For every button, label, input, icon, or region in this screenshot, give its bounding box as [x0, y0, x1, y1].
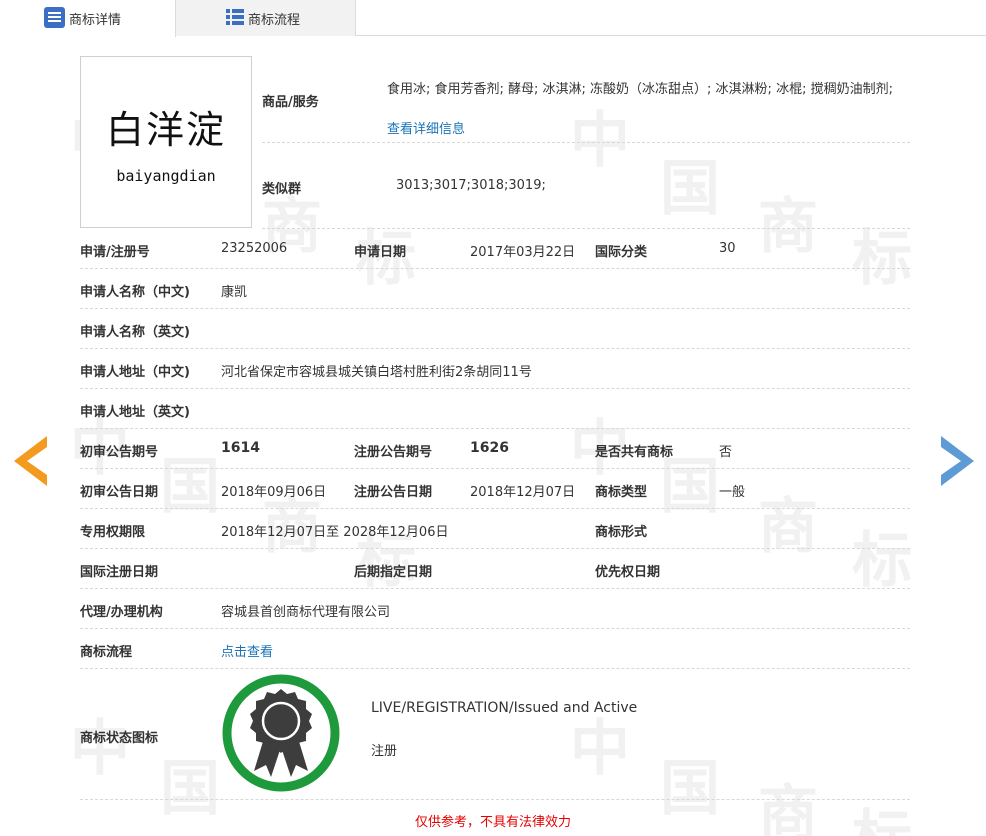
applicant-cn-value: 康凯: [221, 285, 248, 300]
watermark-biao: 标: [852, 224, 912, 294]
tab-bar: 商标详情 商标流程: [0, 0, 986, 37]
divider: [80, 348, 910, 349]
reg-pub-date-label: 注册公告日期: [354, 485, 433, 500]
agent-label: 代理/办理机构: [80, 605, 163, 620]
reg-pub-no-value: 1626: [470, 440, 509, 456]
watermark-biao: 标: [852, 526, 912, 596]
tm-flow-label: 商标流程: [80, 645, 133, 660]
list-icon: [226, 9, 244, 25]
divider: [80, 628, 910, 629]
tab-trademark-details[interactable]: 商标详情: [0, 0, 176, 37]
view-details-link[interactable]: 查看详细信息: [387, 122, 465, 137]
apply-date-label: 申请日期: [354, 245, 407, 260]
status-icon-label: 商标状态图标: [80, 731, 159, 746]
list-document-icon: [44, 7, 65, 28]
divider: [80, 799, 910, 800]
divider: [80, 668, 910, 669]
status-text-en: LIVE/REGISTRATION/Issued and Active: [371, 700, 638, 716]
agent-value: 容城县首创商标代理有限公司: [221, 605, 391, 620]
watermark-guo: 国: [660, 154, 720, 224]
divider: [80, 588, 910, 589]
view-flow-link[interactable]: 点击查看: [221, 641, 273, 660]
reg-no-value: 23252006: [221, 241, 288, 256]
tab-trademark-flow-label: 商标流程: [248, 12, 301, 28]
later-date-label: 后期指定日期: [354, 565, 433, 580]
arrow-left-icon[interactable]: [14, 436, 47, 486]
apply-date-value: 2017年03月22日: [470, 245, 576, 260]
prelim-no-label: 初审公告期号: [80, 445, 159, 460]
trademark-name-cn: 白洋淀: [105, 108, 226, 152]
watermark-shang: 商: [758, 192, 818, 262]
goods-services-text: 食用冰; 食用芳香剂; 酵母; 冰淇淋; 冻酸奶（冰冻甜点）; 冰淇淋粉; 冰棍…: [387, 82, 893, 97]
disclaimer: 仅供参考，不具有法律效力: [414, 815, 571, 830]
priority-date-label: 优先权日期: [595, 565, 661, 580]
divider: [80, 548, 910, 549]
reg-no-label: 申请/注册号: [80, 245, 150, 260]
divider: [80, 268, 910, 269]
address-cn-value: 河北省保定市容城县城关镇白塔村胜利街2条胡同11号: [221, 365, 532, 380]
watermark-guo: 国: [160, 452, 220, 522]
reg-pub-date-value: 2018年12月07日: [470, 485, 576, 500]
divider: [80, 428, 910, 429]
divider: [80, 388, 910, 389]
prelim-date-value: 2018年09月06日: [221, 485, 327, 500]
exclusive-period-label: 专用权期限: [80, 525, 146, 540]
similar-group-value: 3013;3017;3018;3019;: [396, 178, 546, 193]
watermark-shang: 商: [758, 492, 818, 562]
tm-form-label: 商标形式: [595, 525, 648, 540]
divider: [262, 142, 910, 143]
prelim-date-label: 初审公告日期: [80, 485, 159, 500]
applicant-en-label: 申请人名称（英文): [80, 325, 190, 340]
intl-reg-date-label: 国际注册日期: [80, 565, 159, 580]
shared-label: 是否共有商标: [595, 445, 674, 460]
trademark-name-pinyin: baiyangdian: [116, 167, 216, 185]
divider: [80, 468, 910, 469]
tm-type-value: 一般: [719, 485, 746, 500]
reg-pub-no-label: 注册公告期号: [354, 445, 433, 460]
goods-services-value: 食用冰; 食用芳香剂; 酵母; 冰淇淋; 冻酸奶（冰冻甜点）; 冰淇淋粉; 冰棍…: [387, 70, 909, 150]
intl-class-label: 国际分类: [595, 245, 648, 260]
trademark-image: 白洋淀 baiyangdian: [80, 56, 252, 228]
tm-type-label: 商标类型: [595, 485, 648, 500]
shared-value: 否: [719, 445, 733, 460]
divider: [80, 508, 910, 509]
divider: [262, 228, 910, 229]
similar-group-label: 类似群: [262, 182, 302, 197]
divider: [80, 308, 910, 309]
goods-services-label: 商品/服务: [262, 95, 319, 110]
award-ribbon-icon: [222, 674, 340, 792]
intl-class-value: 30: [719, 241, 736, 256]
tab-trademark-flow[interactable]: 商标流程: [176, 0, 356, 36]
applicant-cn-label: 申请人名称（中文): [80, 285, 190, 300]
exclusive-period-value: 2018年12月07日至 2028年12月06日: [221, 525, 449, 540]
prelim-no-value: 1614: [221, 440, 260, 456]
tab-trademark-details-label: 商标详情: [69, 13, 122, 28]
status-text-cn: 注册: [371, 744, 398, 759]
arrow-right-icon[interactable]: [941, 436, 974, 486]
address-cn-label: 申请人地址（中文): [80, 365, 190, 380]
address-en-label: 申请人地址（英文): [80, 405, 190, 420]
